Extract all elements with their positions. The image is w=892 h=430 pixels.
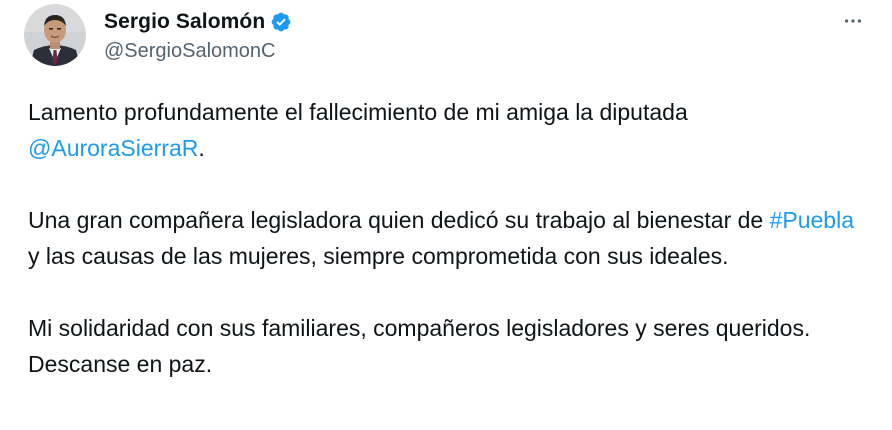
paragraph-text: Una gran compañera legisladora quien ded… [28,207,764,233]
tweet-text: Lamento profundamente el fallecimiento d… [28,94,868,418]
tweet-paragraph-3: Mi solidaridad con sus familiares, compa… [28,310,868,382]
avatar-photo [24,4,86,66]
avatar[interactable] [24,4,86,66]
tweet-card[interactable]: Sergio Salomón @SergioSalomonC Lamento p… [0,0,892,430]
paragraph-text: y las causas de las mujeres, siempre com… [28,243,729,269]
tweet-header: Sergio Salomón @SergioSalomonC [24,4,292,66]
name-row: Sergio Salomón [104,7,292,37]
paragraph-text: . [198,135,205,161]
paragraph-text: Mi solidaridad con sus familiares, compa… [28,315,811,377]
tweet-paragraph-1: Lamento profundamente el fallecimiento d… [28,94,868,166]
more-options-button[interactable] [836,6,870,36]
author-handle[interactable]: @SergioSalomonC [104,40,292,63]
tweet-paragraph-2: Una gran compañera legisladora quien ded… [28,202,868,274]
author-display-name[interactable]: Sergio Salomón [104,10,265,34]
paragraph-text: Lamento profundamente el fallecimiento d… [28,99,688,125]
author-identity: Sergio Salomón @SergioSalomonC [104,7,292,63]
hashtag-link[interactable]: #Puebla [770,207,854,233]
more-horizontal-icon [844,19,862,23]
verified-badge-icon[interactable] [270,11,292,33]
mention-link[interactable]: @AuroraSierraR [28,135,198,161]
